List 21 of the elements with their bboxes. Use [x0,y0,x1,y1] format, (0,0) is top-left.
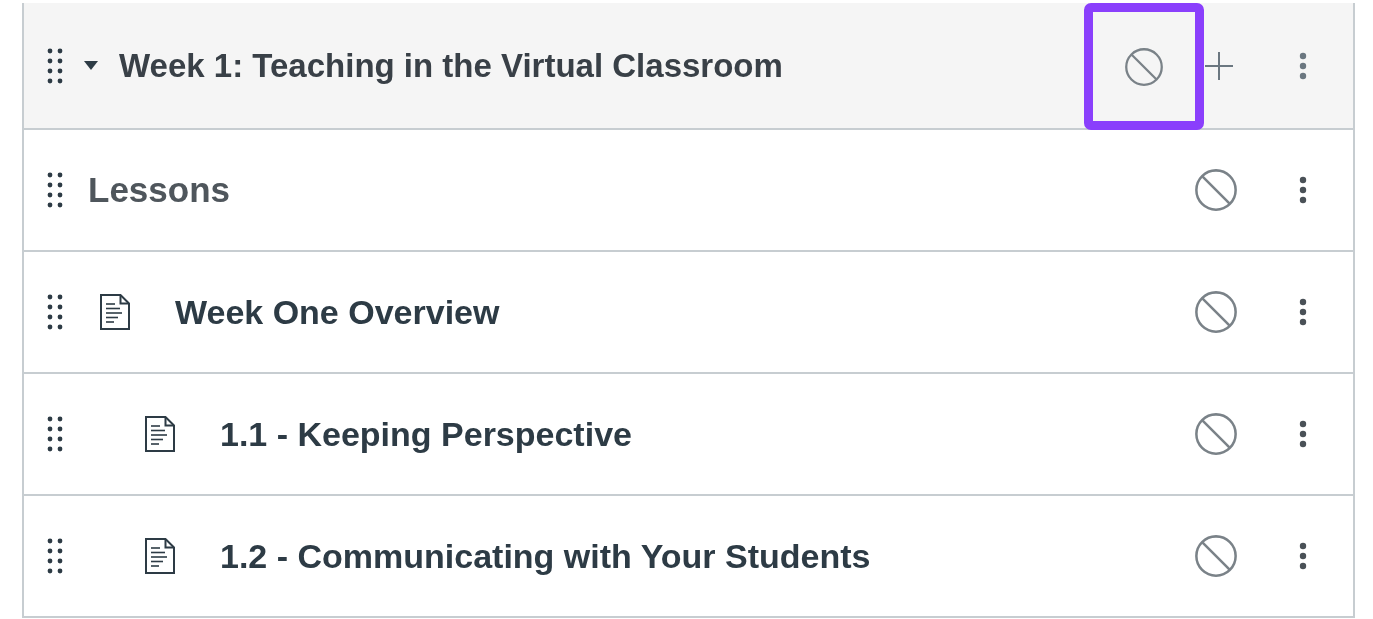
kebab-menu-icon [1299,298,1307,326]
caret-down-icon [84,61,98,70]
page-link[interactable]: Week One Overview [175,286,500,338]
page-link[interactable]: 1.2 - Communicating with Your Students [220,530,871,582]
kebab-menu-icon [1299,176,1307,204]
page-link[interactable]: 1.1 - Keeping Perspective [220,408,632,460]
module-title: Week 1: Teaching in the Virtual Classroom [119,45,783,86]
document-icon [100,294,130,330]
subheader-title: Lessons [88,168,230,211]
kebab-menu-icon [1299,420,1307,448]
drag-handle-icon[interactable] [47,538,63,574]
drag-handle-icon[interactable] [47,172,63,208]
kebab-menu-icon [1299,542,1307,570]
document-icon [145,416,175,452]
drag-handle-icon[interactable] [47,47,63,84]
document-icon [145,538,175,574]
plus-icon [1204,50,1234,81]
drag-handle-icon[interactable] [47,294,63,330]
kebab-menu-icon [1299,51,1307,80]
publish-button[interactable] [1084,3,1204,130]
drag-handle-icon[interactable] [47,416,63,452]
